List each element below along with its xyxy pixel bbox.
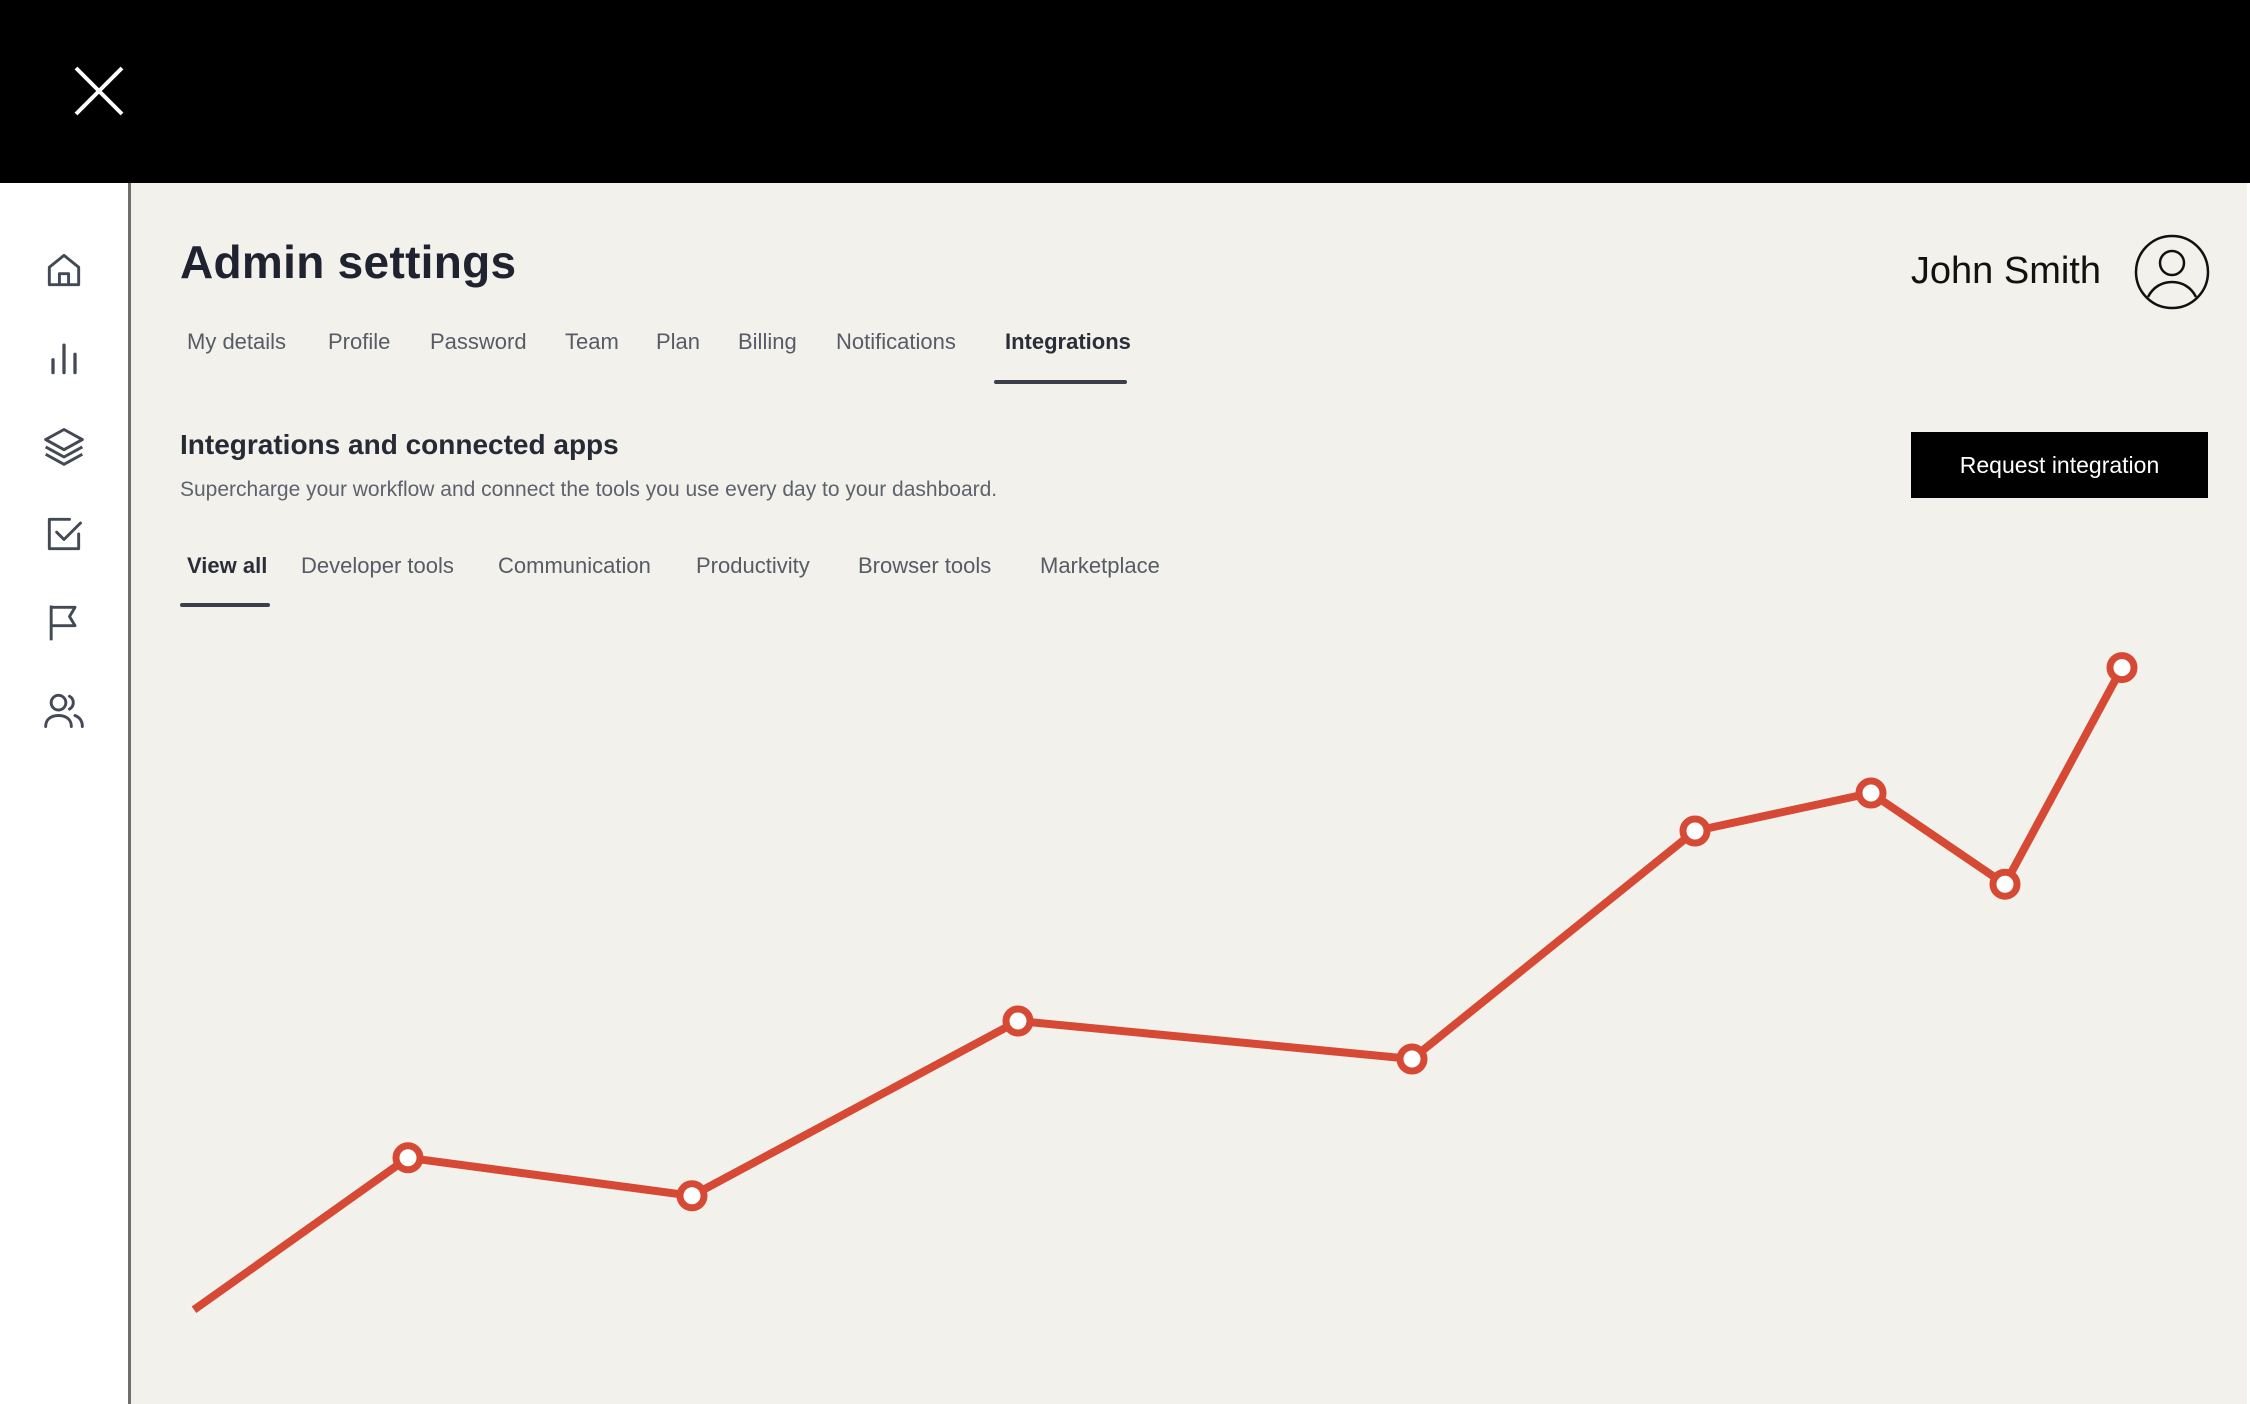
flag-icon[interactable]: [42, 600, 86, 644]
sidebar: [0, 183, 131, 1404]
layers-icon[interactable]: [42, 424, 86, 468]
data-point: [1396, 1043, 1428, 1075]
trend-line-chart: [191, 652, 2138, 1314]
close-icon[interactable]: [70, 62, 128, 120]
bar-chart-icon[interactable]: [42, 336, 86, 380]
data-point: [1002, 1005, 1034, 1037]
users-icon[interactable]: [42, 688, 86, 732]
check-square-icon[interactable]: [42, 512, 86, 556]
data-point: [2106, 652, 2138, 684]
data-point: [1855, 777, 1887, 809]
main-content: Admin settings John Smith My details Pro…: [131, 183, 2247, 1404]
data-point: [676, 1180, 708, 1212]
series-line: [191, 665, 2126, 1314]
home-icon[interactable]: [42, 248, 86, 292]
data-point: [392, 1142, 424, 1174]
data-point: [1989, 868, 2021, 900]
overlay-top-bar: [0, 0, 2250, 183]
data-point: [1679, 815, 1711, 847]
